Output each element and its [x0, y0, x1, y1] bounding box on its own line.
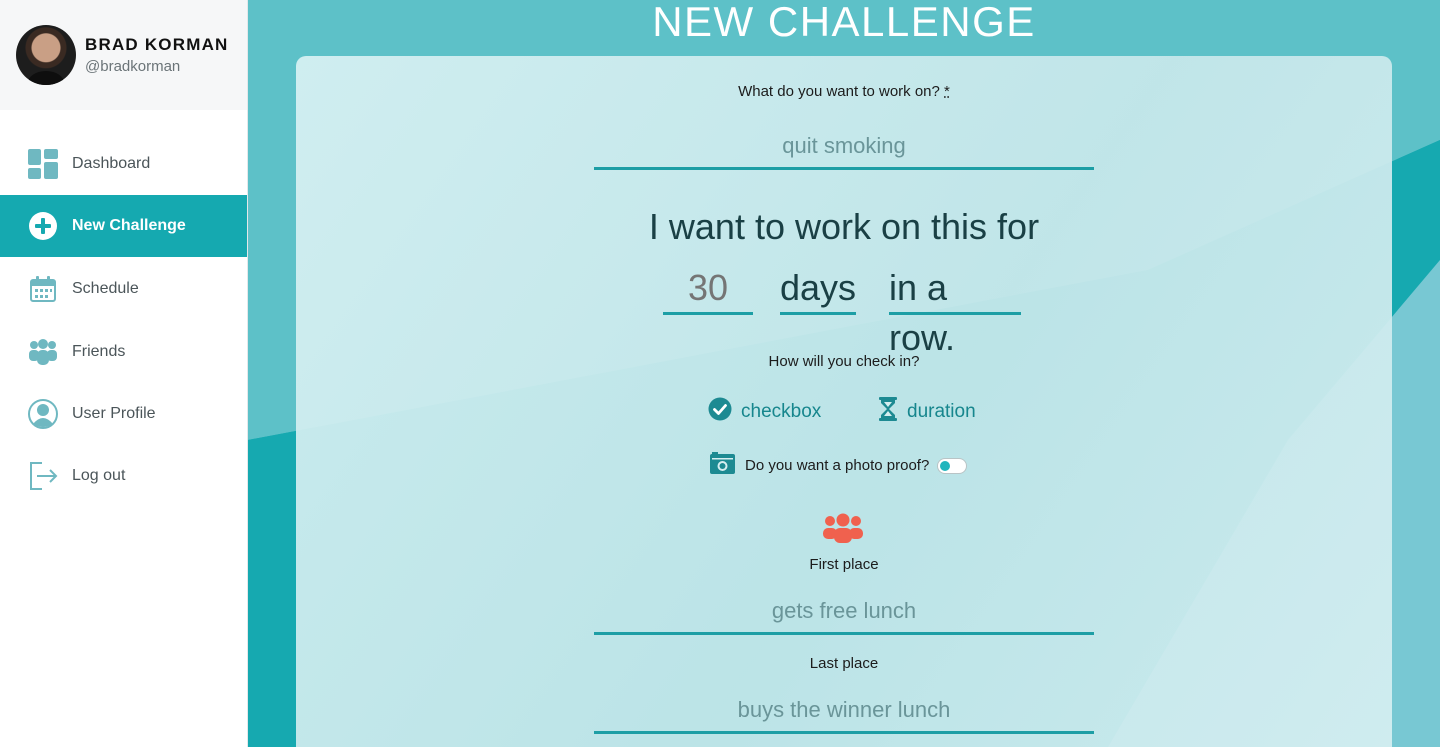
checkin-option-label: checkbox	[741, 400, 822, 422]
goal-label: What do you want to work on? *	[738, 83, 950, 100]
photo-proof-toggle[interactable]	[937, 457, 968, 474]
checkin-option-label: duration	[907, 400, 976, 422]
sidebar-item-new-challenge[interactable]: New Challenge	[0, 195, 247, 257]
page-title: NEW CHALLENGE	[652, 0, 1036, 45]
user-handle: @bradkorman	[85, 58, 181, 75]
sidebar-nav: Dashboard New Challenge Schedule Friends…	[0, 133, 247, 507]
sidebar-item-label: New Challenge	[72, 217, 186, 234]
user-name: BRAD KORMAN	[85, 35, 229, 54]
frequency-select[interactable]: in a row.	[889, 263, 1021, 358]
duration-sentence: I want to work on this for	[648, 206, 1040, 247]
duration-unit-select[interactable]: days	[780, 263, 856, 315]
sidebar-item-label: Log out	[72, 467, 126, 484]
user-profile-header[interactable]: BRAD KORMAN @bradkorman	[0, 0, 247, 110]
sidebar-item-logout[interactable]: Log out	[0, 445, 247, 507]
group-icon	[822, 513, 864, 548]
sidebar-item-label: Dashboard	[72, 155, 151, 172]
photo-proof-row: Do you want a photo proof?	[710, 452, 968, 479]
last-place-input[interactable]	[594, 688, 1094, 734]
sidebar-item-schedule[interactable]: Schedule	[0, 257, 247, 321]
form-column: What do you want to work on? * I want to…	[594, 56, 1094, 747]
avatar[interactable]	[16, 25, 76, 85]
first-place-label: First place	[809, 556, 879, 573]
group-icon	[27, 336, 59, 368]
hourglass-icon	[878, 397, 898, 426]
user-circle-icon	[27, 398, 59, 430]
profile-text: BRAD KORMAN @bradkorman	[85, 35, 229, 75]
toggle-knob	[940, 460, 951, 471]
dashboard-grid-icon	[27, 148, 59, 180]
duration-number-input[interactable]	[663, 263, 753, 315]
calendar-icon	[27, 273, 59, 305]
checkin-option-checkbox[interactable]: checkbox	[708, 397, 821, 426]
required-mark: *	[944, 83, 950, 100]
checkin-label: How will you check in?	[768, 353, 920, 370]
sidebar-item-label: User Profile	[72, 405, 156, 422]
checkin-option-duration[interactable]: duration	[878, 397, 976, 426]
first-place-input[interactable]	[594, 589, 1094, 635]
photo-proof-label: Do you want a photo proof?	[745, 457, 930, 474]
camera-icon	[710, 452, 735, 479]
sidebar-item-dashboard[interactable]: Dashboard	[0, 133, 247, 195]
plus-circle-icon	[27, 210, 59, 242]
last-place-label: Last place	[809, 655, 879, 672]
duration-row: days in a row.	[594, 263, 1094, 358]
sidebar-item-label: Friends	[72, 343, 126, 360]
goal-input[interactable]	[594, 124, 1094, 170]
sidebar: BRAD KORMAN @bradkorman Dashboard New Ch…	[0, 0, 248, 747]
new-challenge-form: What do you want to work on? * I want to…	[296, 56, 1392, 747]
main-content: NEW CHALLENGE What do you want to work o…	[248, 0, 1440, 747]
sidebar-item-label: Schedule	[72, 280, 139, 297]
check-circle-icon	[708, 397, 732, 426]
sidebar-item-friends[interactable]: Friends	[0, 321, 247, 383]
checkin-options: checkbox duration	[594, 397, 1094, 427]
sidebar-item-user-profile[interactable]: User Profile	[0, 383, 247, 445]
logout-icon	[27, 460, 59, 492]
